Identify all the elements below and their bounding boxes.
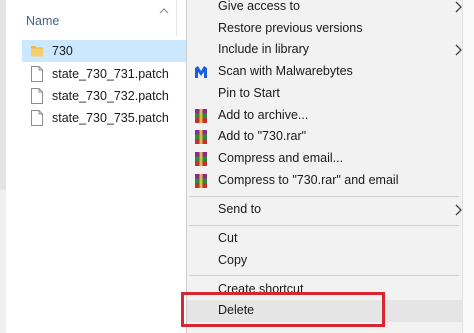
menu-item-label: Add to archive... xyxy=(218,108,309,122)
window-edge-line xyxy=(462,0,463,333)
menu-item-label: Include in library xyxy=(218,42,310,56)
menu-item-label: Scan with Malwarebytes xyxy=(218,64,353,78)
winrar-icon xyxy=(195,152,207,166)
scrollbar-thumb[interactable] xyxy=(0,0,6,190)
winrar-icon xyxy=(195,174,207,188)
menu-item-label: Compress to "730.rar" and email xyxy=(218,173,399,187)
menu-separator xyxy=(189,225,459,226)
menu-separator xyxy=(189,196,459,197)
file-icon xyxy=(31,110,43,126)
malwarebytes-icon xyxy=(195,66,207,78)
menu-item-label: Send to xyxy=(218,202,262,216)
window-edge-strip xyxy=(462,0,474,333)
list-item-file[interactable]: state_730_731.patch xyxy=(22,63,186,85)
menu-item-cut[interactable]: Cut xyxy=(187,228,474,250)
menu-item-scan-malwarebytes[interactable]: Scan with Malwarebytes xyxy=(187,61,474,83)
sort-chevron-up-icon xyxy=(159,8,169,14)
menu-item-label: Pin to Start xyxy=(218,86,280,100)
menu-item-restore-previous-versions[interactable]: Restore previous versions xyxy=(187,18,474,40)
file-icon xyxy=(31,88,43,104)
list-item-label: state_730_732.patch xyxy=(52,89,169,103)
menu-item-pin-to-start[interactable]: Pin to Start xyxy=(187,83,474,105)
menu-item-label: Restore previous versions xyxy=(218,21,363,35)
file-list-pane: Name 730 state_730_731.patch state_730_7… xyxy=(0,0,186,333)
file-icon xyxy=(31,66,43,82)
list-item-file[interactable]: state_730_732.patch xyxy=(22,85,186,107)
delete-highlight-annotation xyxy=(181,292,385,327)
menu-item-give-access[interactable]: Give access to xyxy=(187,0,474,18)
menu-item-label: Give access to xyxy=(218,0,300,13)
menu-item-label: Compress and email... xyxy=(218,151,344,165)
menu-separator xyxy=(189,275,459,276)
menu-item-add-to-730-rar[interactable]: Add to "730.rar" xyxy=(187,126,474,148)
column-divider[interactable] xyxy=(176,0,177,36)
menu-item-send-to[interactable]: Send to xyxy=(187,199,474,221)
menu-item-label: Copy xyxy=(218,253,248,267)
list-item-label: 730 xyxy=(52,44,73,58)
winrar-icon xyxy=(195,109,207,123)
list-item-file[interactable]: state_730_735.patch xyxy=(22,107,186,129)
menu-item-label: Cut xyxy=(218,231,238,245)
menu-item-label: Add to "730.rar" xyxy=(218,129,307,143)
menu-item-add-to-archive[interactable]: Add to archive... xyxy=(187,105,474,127)
context-menu: Give access to Restore previous versions… xyxy=(186,0,474,333)
menu-item-compress-and-email[interactable]: Compress and email... xyxy=(187,148,474,170)
name-column-header[interactable]: Name xyxy=(26,14,59,28)
list-item-folder-730[interactable]: 730 xyxy=(22,40,186,62)
list-item-label: state_730_731.patch xyxy=(52,67,169,81)
folder-icon xyxy=(31,46,43,57)
menu-item-compress-to-730-rar-and-email[interactable]: Compress to "730.rar" and email xyxy=(187,170,474,192)
winrar-icon xyxy=(195,130,207,144)
menu-item-include-in-library[interactable]: Include in library xyxy=(187,39,474,61)
menu-item-copy[interactable]: Copy xyxy=(187,250,474,272)
navigation-scrollbar[interactable] xyxy=(0,0,6,333)
list-item-label: state_730_735.patch xyxy=(52,111,169,125)
